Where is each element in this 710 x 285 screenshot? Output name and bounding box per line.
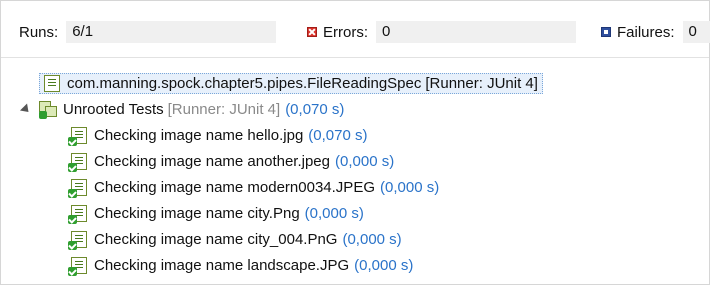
test-row[interactable]: Checking image name landscape.JPG (0,000… [68, 253, 414, 277]
failures-label: Failures: [617, 23, 675, 41]
failure-icon [601, 27, 611, 37]
test-passed-icon [68, 204, 87, 224]
test-name: Checking image name landscape.JPG [94, 256, 350, 274]
test-time: (0,000 s) [354, 256, 414, 274]
runs-label: Runs: [19, 23, 59, 41]
unrooted-time: (0,070 s) [285, 100, 345, 118]
test-row[interactable]: Checking image name city_004.PnG (0,000 … [68, 227, 402, 251]
test-name: Checking image name city_004.PnG [94, 230, 338, 248]
test-name: Checking image name hello.jpg [94, 126, 304, 144]
errors-value: 0 [376, 21, 576, 43]
test-name: Checking image name modern0034.JPEG [94, 178, 375, 196]
suite-passed-icon [39, 101, 57, 119]
test-time: (0,000 s) [380, 178, 440, 196]
spec-runner: [Runner: JUnit 4] [425, 74, 538, 92]
test-class-icon [44, 74, 60, 92]
test-time: (0,070 s) [308, 126, 368, 144]
runs-counter: Runs: 6/1 [19, 21, 277, 43]
test-time: (0,000 s) [335, 152, 395, 170]
test-name: Checking image name city.Png [94, 204, 300, 222]
failures-counter: Failures: 0 [601, 21, 710, 43]
test-row[interactable]: Checking image name hello.jpg (0,070 s) [68, 123, 368, 147]
test-passed-icon [68, 256, 87, 276]
failures-value: 0 [682, 21, 710, 43]
test-passed-icon [68, 152, 87, 172]
test-passed-icon [68, 230, 87, 250]
runs-value: 6/1 [66, 21, 277, 43]
tree-item-spec[interactable]: com.manning.spock.chapter5.pipes.FileRea… [39, 71, 543, 95]
divider [1, 57, 709, 58]
unrooted-name: Unrooted Tests [63, 100, 164, 118]
errors-counter: Errors: 0 [307, 21, 576, 43]
counters-bar: Runs: 6/1 Errors: 0 Failures: 0 [1, 1, 710, 57]
test-name: Checking image name another.jpeg [94, 152, 330, 170]
test-time: (0,000 s) [304, 204, 364, 222]
test-row[interactable]: Checking image name modern0034.JPEG (0,0… [68, 175, 440, 199]
errors-label: Errors: [323, 23, 368, 41]
test-row[interactable]: Checking image name city.Png (0,000 s) [68, 201, 364, 225]
error-icon [307, 27, 317, 37]
tree-item-unrooted[interactable]: Unrooted Tests [Runner: JUnit 4] (0,070 … [19, 97, 345, 121]
expand-chevron-icon[interactable] [19, 102, 33, 116]
spec-name: com.manning.spock.chapter5.pipes.FileRea… [67, 74, 422, 92]
unrooted-runner: [Runner: JUnit 4] [167, 100, 281, 118]
test-passed-icon [68, 126, 87, 146]
test-passed-icon [68, 178, 87, 198]
junit-view: Runs: 6/1 Errors: 0 Failures: 0 com.mann… [0, 0, 710, 285]
test-row[interactable]: Checking image name another.jpeg (0,000 … [68, 149, 395, 173]
test-time: (0,000 s) [342, 230, 402, 248]
